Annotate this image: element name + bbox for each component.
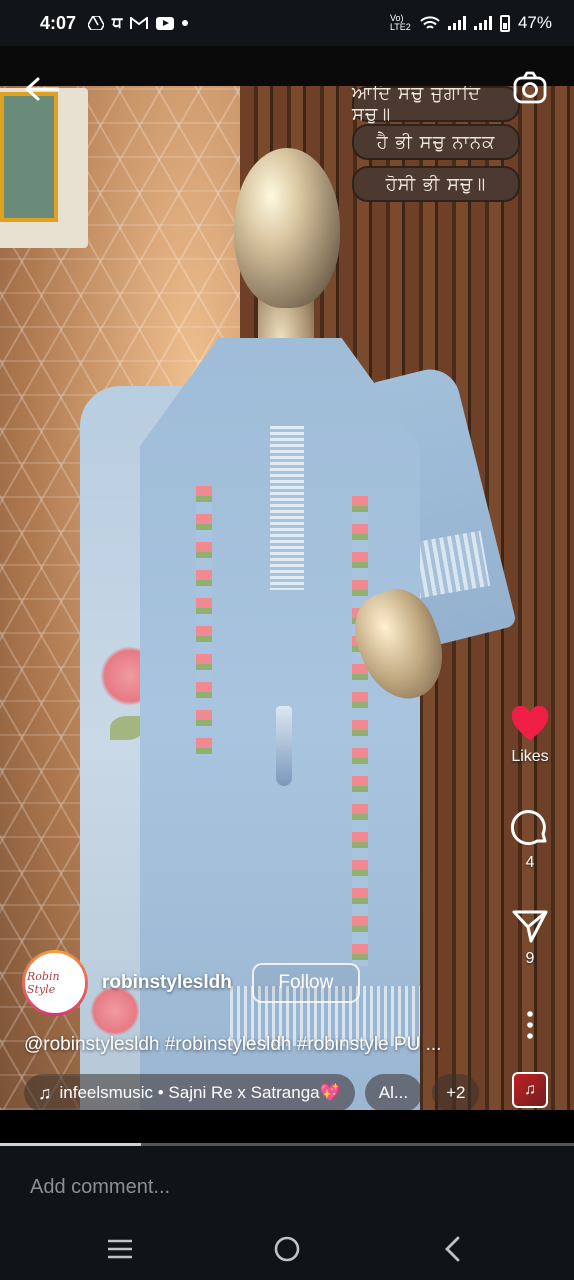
music-note-icon: ♫ <box>38 1082 52 1103</box>
kurta-tassel <box>276 706 292 786</box>
drive-icon <box>88 16 105 30</box>
avatar[interactable]: Robin Style <box>22 950 88 1016</box>
username[interactable]: robinstylesldh <box>102 972 232 994</box>
signal-icon <box>447 16 466 30</box>
wifi-icon <box>420 15 440 29</box>
bottom-spacer <box>0 1110 574 1144</box>
back-button[interactable] <box>432 1234 472 1264</box>
status-time: 4:07 <box>40 12 77 33</box>
wall-frame <box>0 88 88 248</box>
wall-plaque-text: ਹੋਸੀ ਭੀ ਸਚੁ॥ <box>385 173 487 195</box>
music-note-icon: ♫ <box>524 1081 536 1098</box>
back-arrow-icon[interactable] <box>22 74 62 104</box>
music-pill[interactable]: ♫ infeelsmusic • Sajni Re x Satranga💖 <box>24 1074 355 1112</box>
more-options-icon[interactable] <box>525 1010 535 1040</box>
music-track: infeelsmusic • Sajni Re x Satranga💖 <box>59 1083 341 1102</box>
send-icon[interactable] <box>511 908 549 944</box>
dot-icon <box>182 20 189 26</box>
embroidery-stripe <box>352 496 368 966</box>
gmail-icon <box>130 16 149 29</box>
leaf-print <box>110 716 144 740</box>
camera-icon[interactable] <box>512 70 548 106</box>
network-label: Vo) LTE2 <box>389 13 411 32</box>
heart-icon[interactable] <box>510 706 550 742</box>
signal-icon-2 <box>473 16 492 30</box>
audio-pill[interactable]: Al... <box>364 1074 423 1112</box>
kurta-placket <box>270 426 304 590</box>
home-circle-icon <box>274 1236 300 1262</box>
dh-icon: ਧ <box>112 13 123 32</box>
youtube-icon <box>156 16 175 30</box>
battery-icon <box>499 14 510 32</box>
profile-row: Robin Style robinstylesldh Follow <box>22 950 360 1016</box>
share-action[interactable]: 9 <box>500 908 560 968</box>
comments-count: 4 <box>525 854 535 871</box>
follow-button[interactable]: Follow <box>251 963 360 1003</box>
comment-action[interactable]: 4 <box>500 808 560 872</box>
top-spacer <box>0 46 574 86</box>
like-action[interactable]: Likes <box>500 706 560 766</box>
shares-count: 9 <box>525 950 535 967</box>
battery-percent: 47% <box>517 13 552 32</box>
comment-input[interactable] <box>30 1176 470 1199</box>
recent-apps-button[interactable] <box>100 1234 140 1264</box>
more-action[interactable] <box>500 1010 560 1040</box>
music-thumbnail[interactable]: ♫ <box>512 1072 548 1108</box>
chevron-left-icon <box>445 1236 460 1262</box>
menu-icon <box>108 1239 132 1259</box>
music-row: ♫ infeelsmusic • Sajni Re x Satranga💖 Al… <box>24 1074 480 1112</box>
wall-plaque-text: ਹੈ ਭੀ ਸਚੁ ਨਾਨਕ <box>376 131 496 153</box>
likes-label: Likes <box>511 748 549 765</box>
home-button[interactable] <box>267 1234 307 1264</box>
avatar-logo-text: Robin Style <box>25 953 85 1013</box>
status-bar: 4:07 ਧ Vo) LTE2 47% <box>0 0 574 46</box>
wall-plaque-text: ਆਦਿ ਸਚੁ ਜੁਗਾਦਿ ਸਚੁ॥ <box>352 86 482 125</box>
caption[interactable]: @robinstylesldh #robinstylesldh #robinst… <box>24 1034 494 1056</box>
embroidery-stripe <box>196 486 212 756</box>
more-pill[interactable]: +2 <box>432 1074 480 1112</box>
mannequin-head <box>234 148 340 308</box>
system-nav-bar <box>0 1222 574 1280</box>
comment-icon[interactable] <box>510 808 550 848</box>
